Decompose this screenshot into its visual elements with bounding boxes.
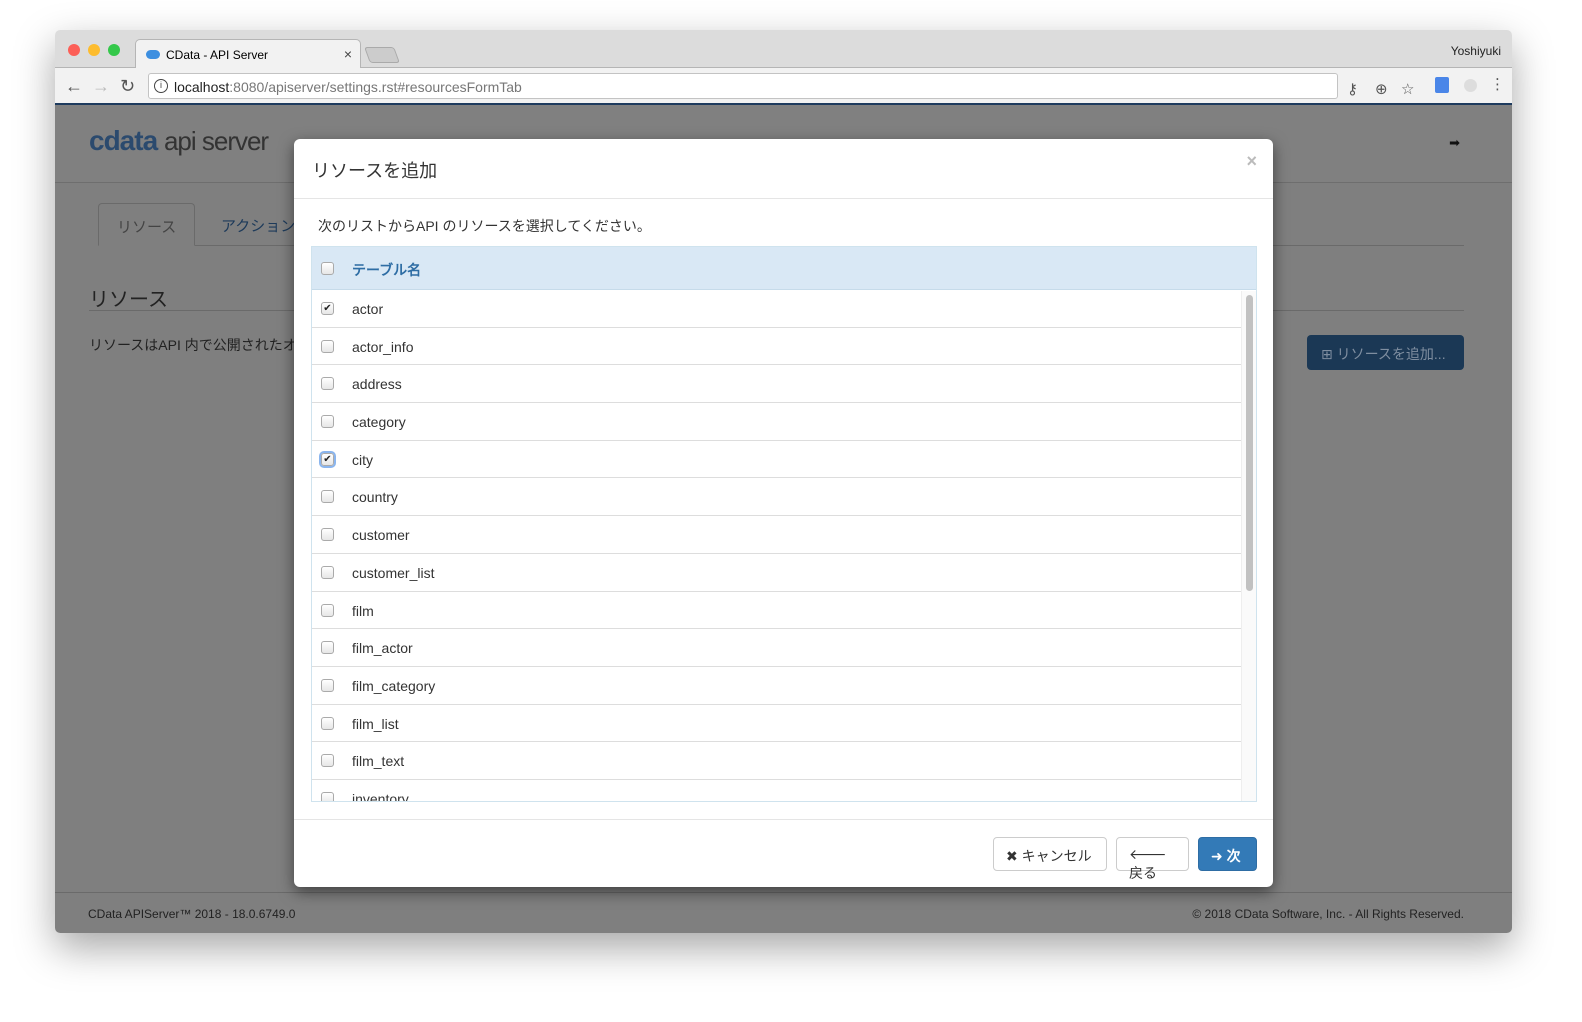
table-row[interactable]: customer_list xyxy=(312,554,1241,592)
page-footer: CData APIServer™ 2018 - 18.0.6749.0 © 20… xyxy=(55,892,1512,921)
page-heading: リソース xyxy=(89,289,168,311)
table-name: country xyxy=(352,489,398,506)
table-row[interactable]: inventory xyxy=(312,780,1241,802)
table-name: address xyxy=(352,376,402,393)
extension-icon[interactable] xyxy=(1464,79,1477,92)
table-name: film_category xyxy=(352,677,436,694)
table-name: inventory xyxy=(352,790,409,802)
modal-title: リソースを追加 xyxy=(312,161,438,181)
table-name: film_text xyxy=(352,753,405,770)
table-row[interactable]: film xyxy=(312,592,1241,630)
tab-bar: CData - API Server × Yoshiyuki xyxy=(55,30,1512,69)
url-host: localhost xyxy=(174,79,230,95)
table-row[interactable]: ✔ city xyxy=(312,441,1241,479)
minimize-window-button[interactable] xyxy=(88,44,100,56)
select-all-checkbox[interactable] xyxy=(321,262,334,275)
row-checkbox[interactable] xyxy=(321,754,334,768)
table-name: film xyxy=(352,602,374,619)
table-name: customer_list xyxy=(352,564,435,581)
star-icon[interactable]: ☆ xyxy=(1401,80,1414,98)
tab-resources[interactable]: リソース xyxy=(98,203,196,246)
table-row[interactable]: ✔ actor xyxy=(312,290,1241,328)
info-icon[interactable]: i xyxy=(154,79,168,93)
profile-name[interactable]: Yoshiyuki xyxy=(1451,44,1501,58)
row-checkbox[interactable]: ✔ xyxy=(321,302,334,315)
close-tab-icon[interactable]: × xyxy=(344,46,352,62)
table-row[interactable]: country xyxy=(312,478,1241,517)
row-checkbox[interactable] xyxy=(321,490,334,504)
cancel-button[interactable]: ✖ キャンセル xyxy=(993,837,1107,871)
table-row[interactable]: film_text xyxy=(312,742,1241,780)
next-button[interactable]: ➜ 次 xyxy=(1198,837,1257,871)
column-header: テーブル名 xyxy=(352,262,422,278)
browser-toolbar: ← → ↻ i localhost:8080/apiserver/settings… xyxy=(55,68,1512,105)
reload-icon[interactable]: ↻ xyxy=(120,76,135,97)
table-row[interactable]: film_actor xyxy=(312,629,1241,667)
row-checkbox[interactable] xyxy=(321,641,334,655)
maximize-window-button[interactable] xyxy=(108,44,120,56)
row-checkbox[interactable] xyxy=(321,678,334,692)
table-name: city xyxy=(352,451,373,468)
menu-icon[interactable]: ⋮ xyxy=(1490,75,1505,93)
address-bar[interactable]: i localhost:8080/apiserver/settings.rst#r… xyxy=(148,73,1414,99)
row-checkbox[interactable] xyxy=(321,791,334,801)
table-row[interactable]: film_list xyxy=(312,705,1241,743)
page-description: リソースはAPI 内で公開されたオ xyxy=(89,337,297,353)
zoom-icon[interactable]: ⊕ xyxy=(1375,80,1388,98)
tab-title: CData - API Server xyxy=(166,48,269,62)
table-name: actor xyxy=(352,301,384,317)
new-tab-button[interactable] xyxy=(364,47,400,63)
table-row[interactable]: actor_info xyxy=(312,328,1241,366)
row-checkbox[interactable] xyxy=(321,716,334,730)
table-row[interactable]: customer xyxy=(312,516,1241,554)
row-checkbox[interactable] xyxy=(321,339,334,353)
add-resource-modal: リソースを追加 × 次のリストからAPI のリソースを選択してください。 テーブ… xyxy=(294,139,1273,887)
divider xyxy=(294,819,1273,820)
row-checkbox[interactable] xyxy=(321,377,334,391)
table-row[interactable]: address xyxy=(312,365,1241,404)
logout-icon[interactable]: ➡ xyxy=(1449,135,1460,151)
row-checkbox[interactable] xyxy=(321,565,334,579)
version-text: CData APIServer™ 2018 - 18.0.6749.0 xyxy=(88,907,296,921)
row-checkbox[interactable] xyxy=(321,603,334,617)
logo: cdata api server xyxy=(89,125,269,156)
table-name: film_actor xyxy=(352,640,413,657)
add-resource-button[interactable]: ⊞ リソースを追加... xyxy=(1307,335,1464,370)
back-button[interactable]: 🡐 戻る xyxy=(1116,837,1189,881)
close-window-button[interactable] xyxy=(68,44,80,56)
table-name: actor_info xyxy=(352,338,414,355)
translate-icon[interactable] xyxy=(1435,77,1449,93)
table-name: film_list xyxy=(352,715,399,732)
table-name: category xyxy=(352,414,406,431)
url-path: :8080/apiserver/settings.rst#resourcesFo… xyxy=(229,79,522,95)
forward-icon[interactable]: → xyxy=(92,76,110,97)
row-checkbox[interactable] xyxy=(321,415,334,429)
browser-tab[interactable]: CData - API Server × xyxy=(135,39,361,69)
table-name: customer xyxy=(352,527,410,544)
close-icon[interactable]: × xyxy=(1246,151,1257,172)
table-list: テーブル名 ✔ actor actor_infoaddress category ✔ ci… xyxy=(311,246,1257,802)
row-checkbox[interactable]: ✔ xyxy=(321,452,334,466)
cloud-icon xyxy=(146,50,160,59)
row-checkbox[interactable] xyxy=(321,528,334,542)
copyright-text: © 2018 CData Software, Inc. - All Rights… xyxy=(1192,907,1464,921)
modal-description: 次のリストからAPI のリソースを選択してください。 xyxy=(318,218,651,234)
table-row[interactable]: category xyxy=(312,403,1241,441)
key-icon[interactable]: ⚷ xyxy=(1347,80,1358,98)
table-row[interactable]: film_category xyxy=(312,667,1241,705)
scrollbar-thumb[interactable] xyxy=(1246,295,1253,591)
back-icon[interactable]: ← xyxy=(65,76,83,97)
table-header: テーブル名 xyxy=(312,247,1256,290)
divider xyxy=(294,198,1273,199)
